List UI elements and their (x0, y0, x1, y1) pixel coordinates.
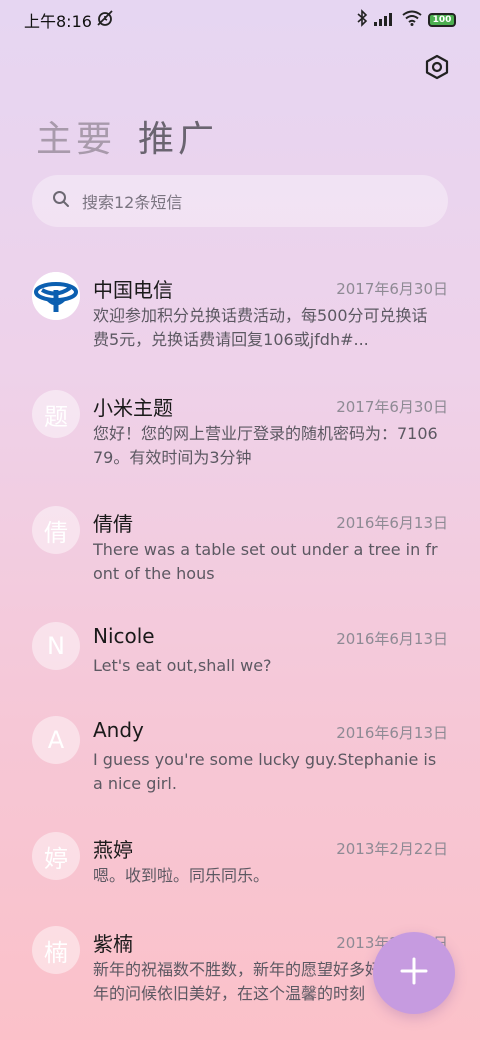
signal-icon (374, 11, 396, 30)
sender-name: 燕婷 (93, 838, 133, 862)
sender-name: 倩倩 (93, 512, 133, 536)
message-item[interactable]: 题 小米主题 2017年6月30日 您好！您的网上营业厅登录的随机密码为：710… (0, 380, 480, 490)
bluetooth-icon (356, 9, 368, 31)
sender-name: 中国电信 (93, 278, 173, 302)
sender-name: 紫楠 (93, 932, 133, 956)
message-preview: There was a table set out under a tree i… (93, 540, 438, 583)
message-date: 2017年6月30日 (336, 280, 448, 298)
message-preview: 欢迎参加积分兑换话费活动，每500分可兑换话费5元，兑换话费请回复106或jfd… (93, 306, 428, 349)
message-date: 2016年6月13日 (336, 630, 448, 648)
avatar: A (32, 716, 80, 764)
status-time: 上午8:16 (24, 12, 92, 31)
wifi-icon (402, 10, 422, 30)
battery-icon: 100 (428, 13, 456, 27)
message-preview: I guess you're some lucky guy.Stephanie … (93, 750, 437, 793)
search-icon (52, 190, 70, 212)
china-telecom-logo-icon (32, 272, 80, 320)
avatar: 楠 (32, 926, 80, 974)
status-bar: 上午8:16 100 (0, 0, 480, 40)
avatar: N (32, 622, 80, 670)
sender-name: Nicole (93, 624, 155, 648)
avatar: 题 (32, 390, 80, 438)
tab-bar: 主要 推广 (36, 110, 218, 162)
tab-promo[interactable]: 推广 (138, 110, 218, 162)
message-item[interactable]: A Andy 2016年6月13日 I guess you're some lu… (0, 706, 480, 816)
alarm-muted-icon (96, 9, 114, 31)
sender-name: 小米主题 (93, 396, 173, 420)
message-date: 2016年6月13日 (336, 514, 448, 532)
new-message-button[interactable] (373, 932, 455, 1014)
message-date: 2016年6月13日 (336, 724, 448, 742)
search-placeholder: 搜索12条短信 (82, 193, 183, 212)
message-date: 2013年2月22日 (336, 840, 448, 858)
search-bar[interactable]: 搜索12条短信 (32, 175, 448, 227)
plus-icon (400, 957, 428, 989)
sender-name: Andy (93, 718, 144, 742)
settings-hexagon-icon (424, 54, 450, 84)
avatar: 倩 (32, 506, 80, 554)
tab-main[interactable]: 主要 (36, 110, 116, 162)
message-item[interactable]: 中国电信 2017年6月30日 欢迎参加积分兑换话费活动，每500分可兑换话费5… (0, 262, 480, 372)
message-date: 2017年6月30日 (336, 398, 448, 416)
settings-button[interactable] (422, 54, 452, 84)
message-item[interactable]: 倩 倩倩 2016年6月13日 There was a table set ou… (0, 496, 480, 606)
avatar: 婷 (32, 832, 80, 880)
message-preview: 嗯。收到啦。同乐同乐。 (93, 866, 270, 885)
message-preview: Let's eat out,shall we? (93, 656, 272, 675)
message-preview: 您好！您的网上营业厅登录的随机密码为：710679。有效时间为3分钟 (93, 424, 438, 467)
